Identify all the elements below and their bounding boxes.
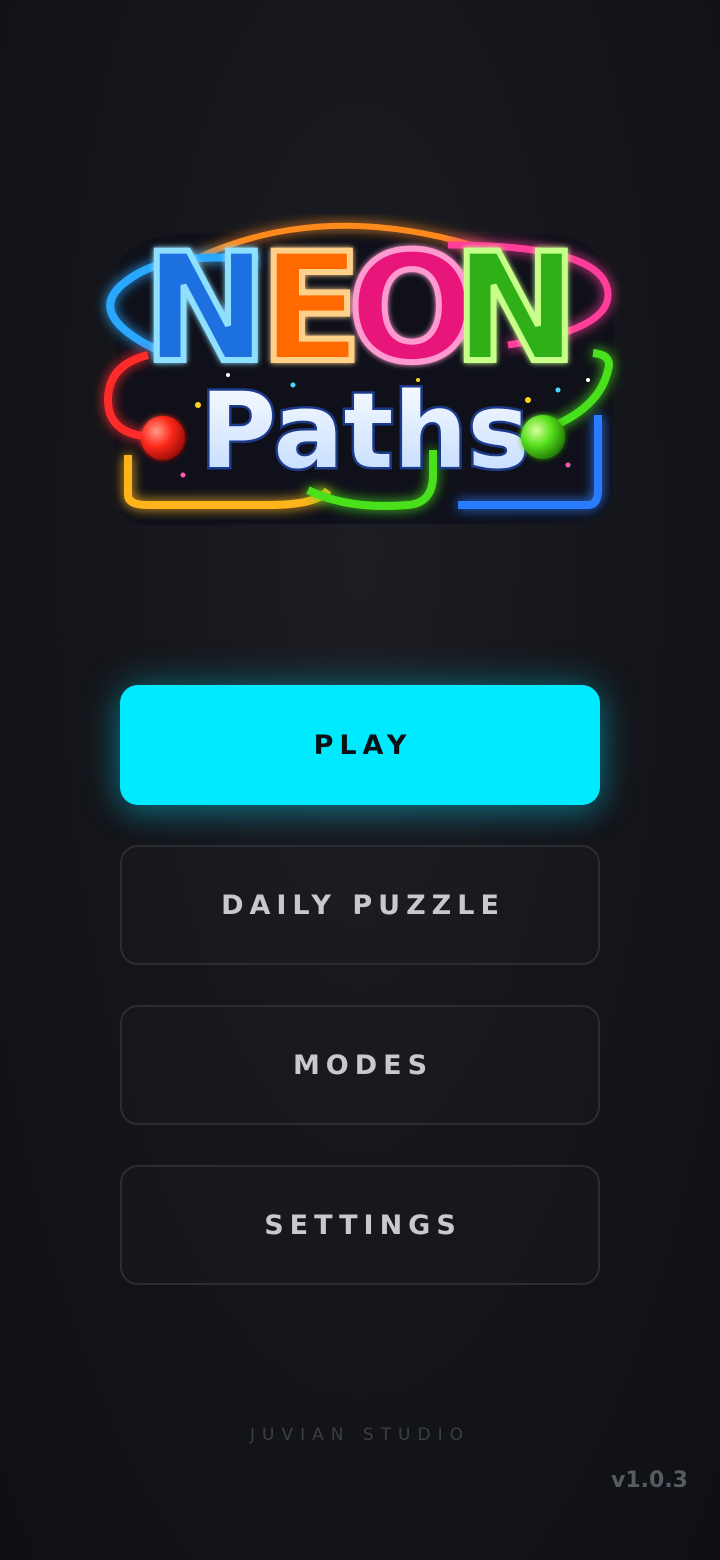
settings-button-label: SETTINGS <box>264 1209 462 1241</box>
neon-paths-logo-art: N E O N Paths <box>103 219 613 525</box>
version-label: v1.0.3 <box>611 1468 688 1493</box>
play-button[interactable]: PLAY <box>120 685 600 805</box>
game-logo: N E O N Paths <box>88 205 628 540</box>
modes-button-label: MODES <box>292 1049 434 1081</box>
daily-puzzle-button[interactable]: DAILY PUZZLE <box>120 845 600 965</box>
studio-credit: JUVIAN STUDIO <box>250 1425 470 1445</box>
play-button-label: PLAY <box>313 729 413 761</box>
red-ball-icon <box>141 416 185 460</box>
main-menu-screen: N E O N Paths PLAY DAILY PUZZLE MODES SE… <box>0 0 720 1560</box>
green-ball-icon <box>521 415 565 459</box>
modes-button[interactable]: MODES <box>120 1005 600 1125</box>
daily-puzzle-button-label: DAILY PUZZLE <box>221 889 505 921</box>
logo-bottom-word: Paths <box>200 370 529 492</box>
settings-button[interactable]: SETTINGS <box>120 1165 600 1285</box>
